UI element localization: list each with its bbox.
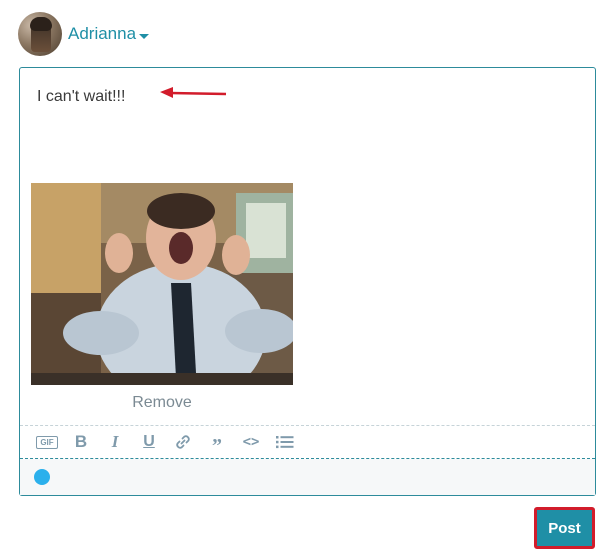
post-button[interactable]: Post [534, 507, 595, 549]
status-dot-icon[interactable] [34, 469, 50, 485]
bold-icon[interactable]: B [64, 428, 98, 456]
link-icon[interactable] [166, 428, 200, 456]
code-icon[interactable]: <> [234, 428, 268, 456]
chevron-down-icon [139, 33, 150, 39]
quote-icon[interactable]: ” [200, 428, 234, 456]
username-dropdown[interactable]: Adrianna [68, 24, 150, 44]
underline-icon[interactable]: U [132, 428, 166, 456]
formatting-toolbar: GIF B I U ” <> [20, 425, 595, 459]
user-header: Adrianna [18, 11, 150, 57]
annotation-arrow-icon [160, 87, 227, 98]
post-editor[interactable]: I can't wait!!! Remove GIF B I U ” <> [19, 67, 596, 496]
post-text[interactable]: I can't wait!!! [37, 88, 125, 106]
remove-gif-button[interactable]: Remove [31, 394, 293, 412]
list-icon[interactable] [268, 428, 302, 456]
attached-gif-image [31, 183, 293, 385]
avatar[interactable] [18, 12, 62, 56]
editor-footer [20, 459, 595, 495]
username-label: Adrianna [68, 24, 137, 43]
italic-icon[interactable]: I [98, 428, 132, 456]
gif-icon[interactable]: GIF [30, 428, 64, 456]
